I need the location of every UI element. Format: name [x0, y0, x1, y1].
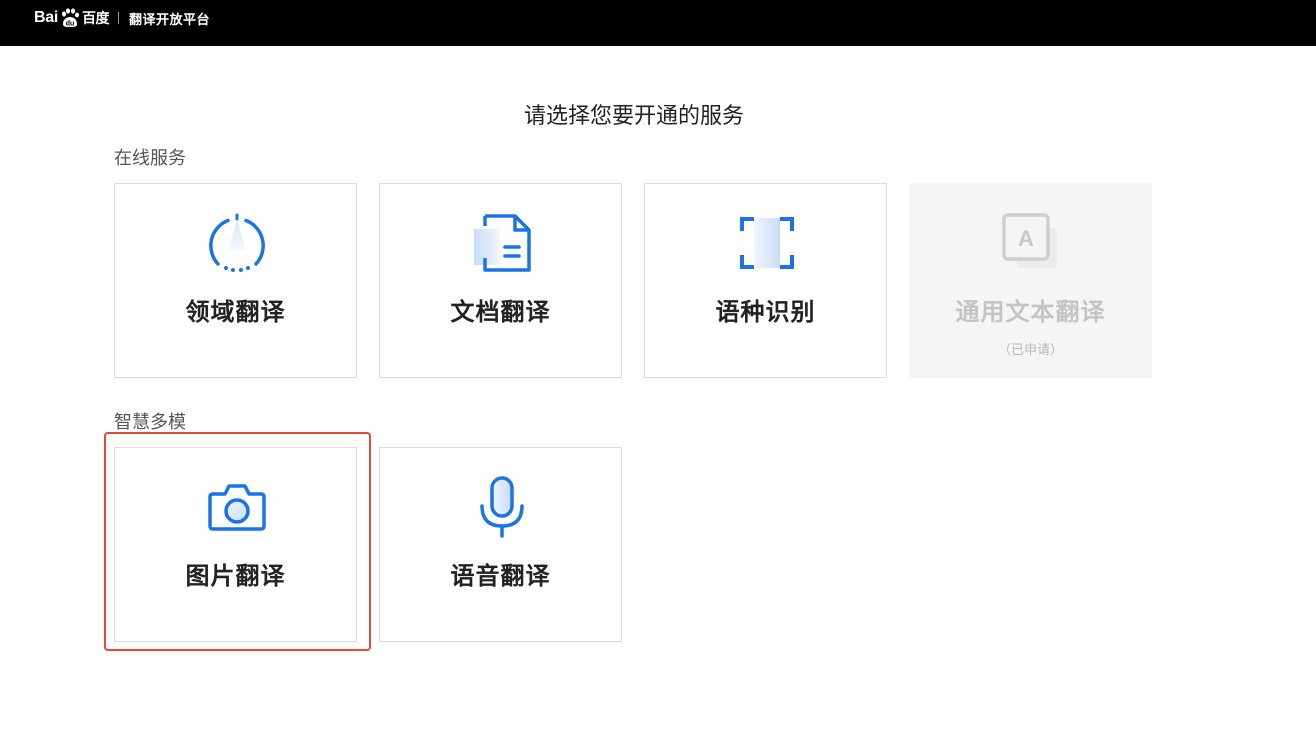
applied-status-label: （已申请）	[997, 343, 1063, 358]
baidu-paw-icon: du	[62, 8, 79, 28]
service-card-language-detection[interactable]: 语种识别	[644, 183, 887, 378]
microphone-icon	[480, 476, 524, 538]
document-icon	[474, 214, 531, 272]
page-title: 请选择您要开通的服务	[523, 104, 744, 129]
service-card-image-translation[interactable]: 图片翻译	[114, 447, 357, 642]
service-card-text-translation: A 通用文本翻译 （已申请）	[909, 183, 1152, 378]
platform-name: 翻译开放平台	[129, 12, 211, 28]
top-bar: Bai du 百度 翻译开放平台	[0, 0, 1316, 46]
baidu-logo[interactable]: Bai du 百度 翻译开放平台	[34, 7, 210, 29]
card-label: 通用文本翻译	[955, 298, 1106, 326]
card-label: 文档翻译	[450, 298, 551, 326]
section-title-smart-multimodal: 智慧多模	[114, 412, 186, 433]
logo-divider	[118, 12, 119, 24]
card-label: 领域翻译	[185, 298, 286, 326]
language-detection-icon	[740, 217, 794, 269]
card-label: 语音翻译	[450, 562, 551, 590]
text-translation-icon: A	[1002, 213, 1057, 268]
svg-text:A: A	[1018, 226, 1034, 251]
svg-text:du: du	[66, 21, 75, 28]
card-label: 语种识别	[715, 298, 816, 326]
camera-icon	[208, 484, 266, 531]
section-title-online-services: 在线服务	[114, 148, 186, 169]
service-card-speech-translation[interactable]: 语音翻译	[379, 447, 622, 642]
service-card-domain-translation[interactable]: 领域翻译	[114, 183, 357, 378]
domain-translation-icon	[209, 213, 265, 272]
service-card-document-translation[interactable]: 文档翻译	[379, 183, 622, 378]
logo-latin-text: Bai	[34, 9, 58, 26]
logo-chinese-text: 百度	[82, 11, 110, 27]
card-label: 图片翻译	[185, 562, 286, 590]
